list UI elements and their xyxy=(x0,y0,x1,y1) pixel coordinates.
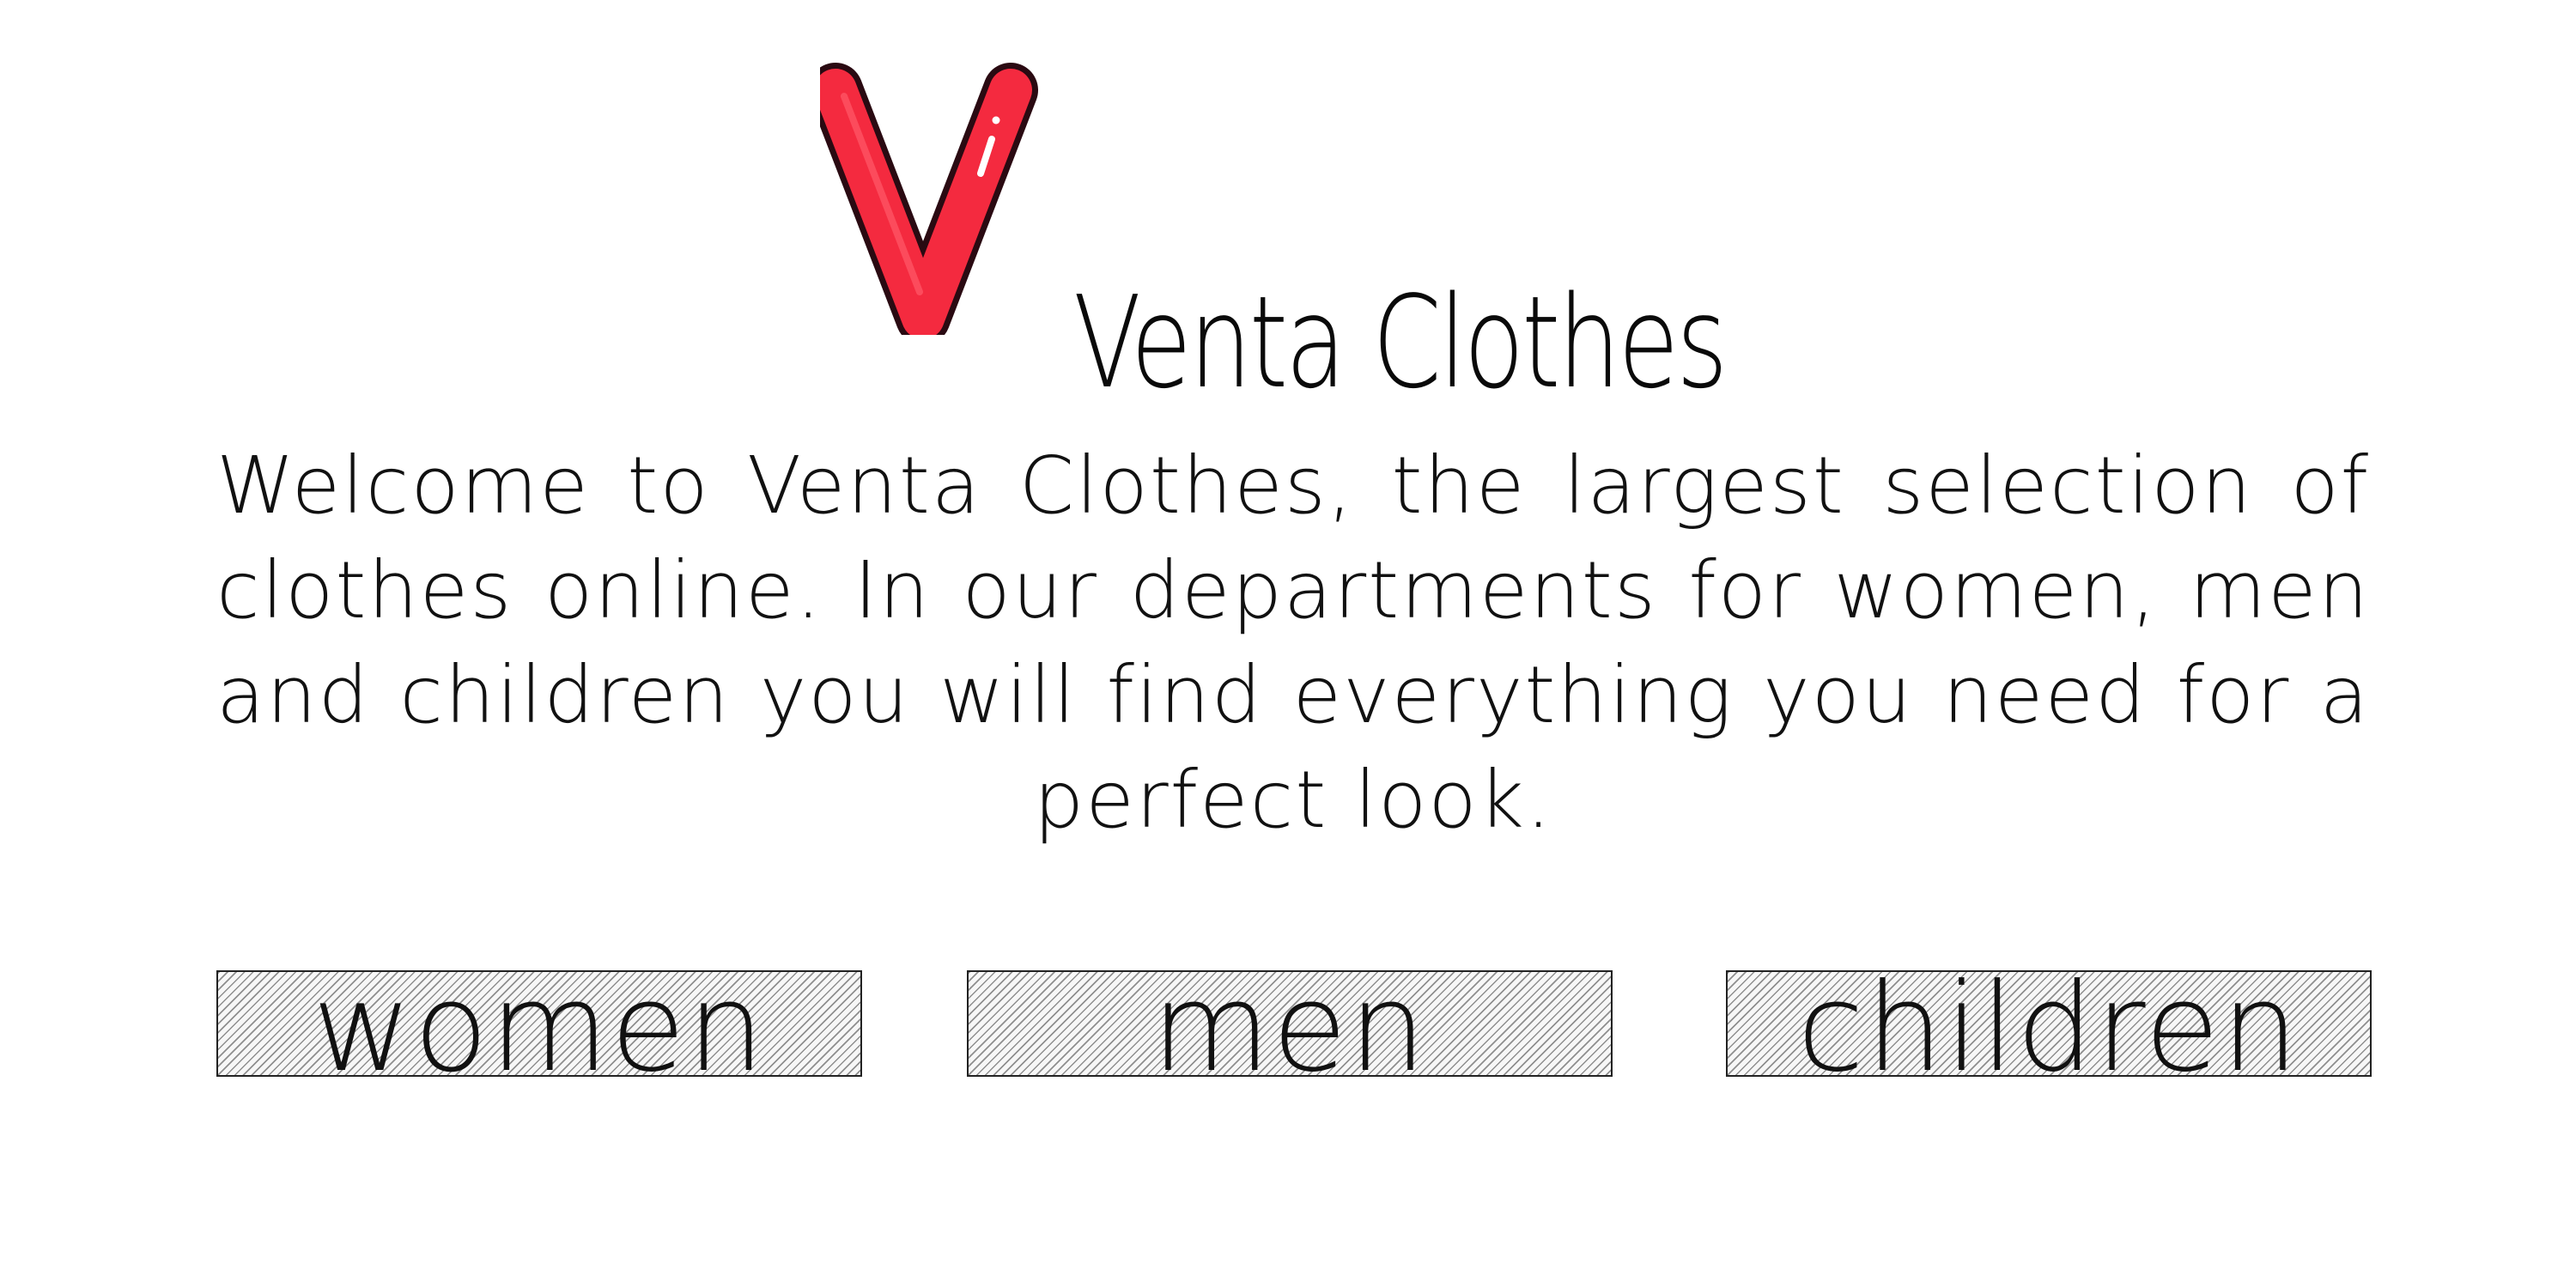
department-nav: women men children xyxy=(0,970,2576,1080)
men-department-button[interactable]: men xyxy=(967,970,1613,1077)
site-header: Venta Clothes xyxy=(0,52,2576,416)
brand-name: Venta Clothes xyxy=(1073,269,1728,417)
venta-v-logo-icon xyxy=(808,60,1052,345)
women-department-label: women xyxy=(312,970,767,1077)
men-department-label: men xyxy=(1151,970,1428,1077)
children-department-button[interactable]: children xyxy=(1726,970,2372,1077)
children-department-label: children xyxy=(1797,970,2300,1077)
logo-graphic xyxy=(808,63,1038,345)
intro-text: Welcome to Venta Clothes, the largest se… xyxy=(216,440,2370,846)
women-department-button[interactable]: women xyxy=(216,970,862,1077)
